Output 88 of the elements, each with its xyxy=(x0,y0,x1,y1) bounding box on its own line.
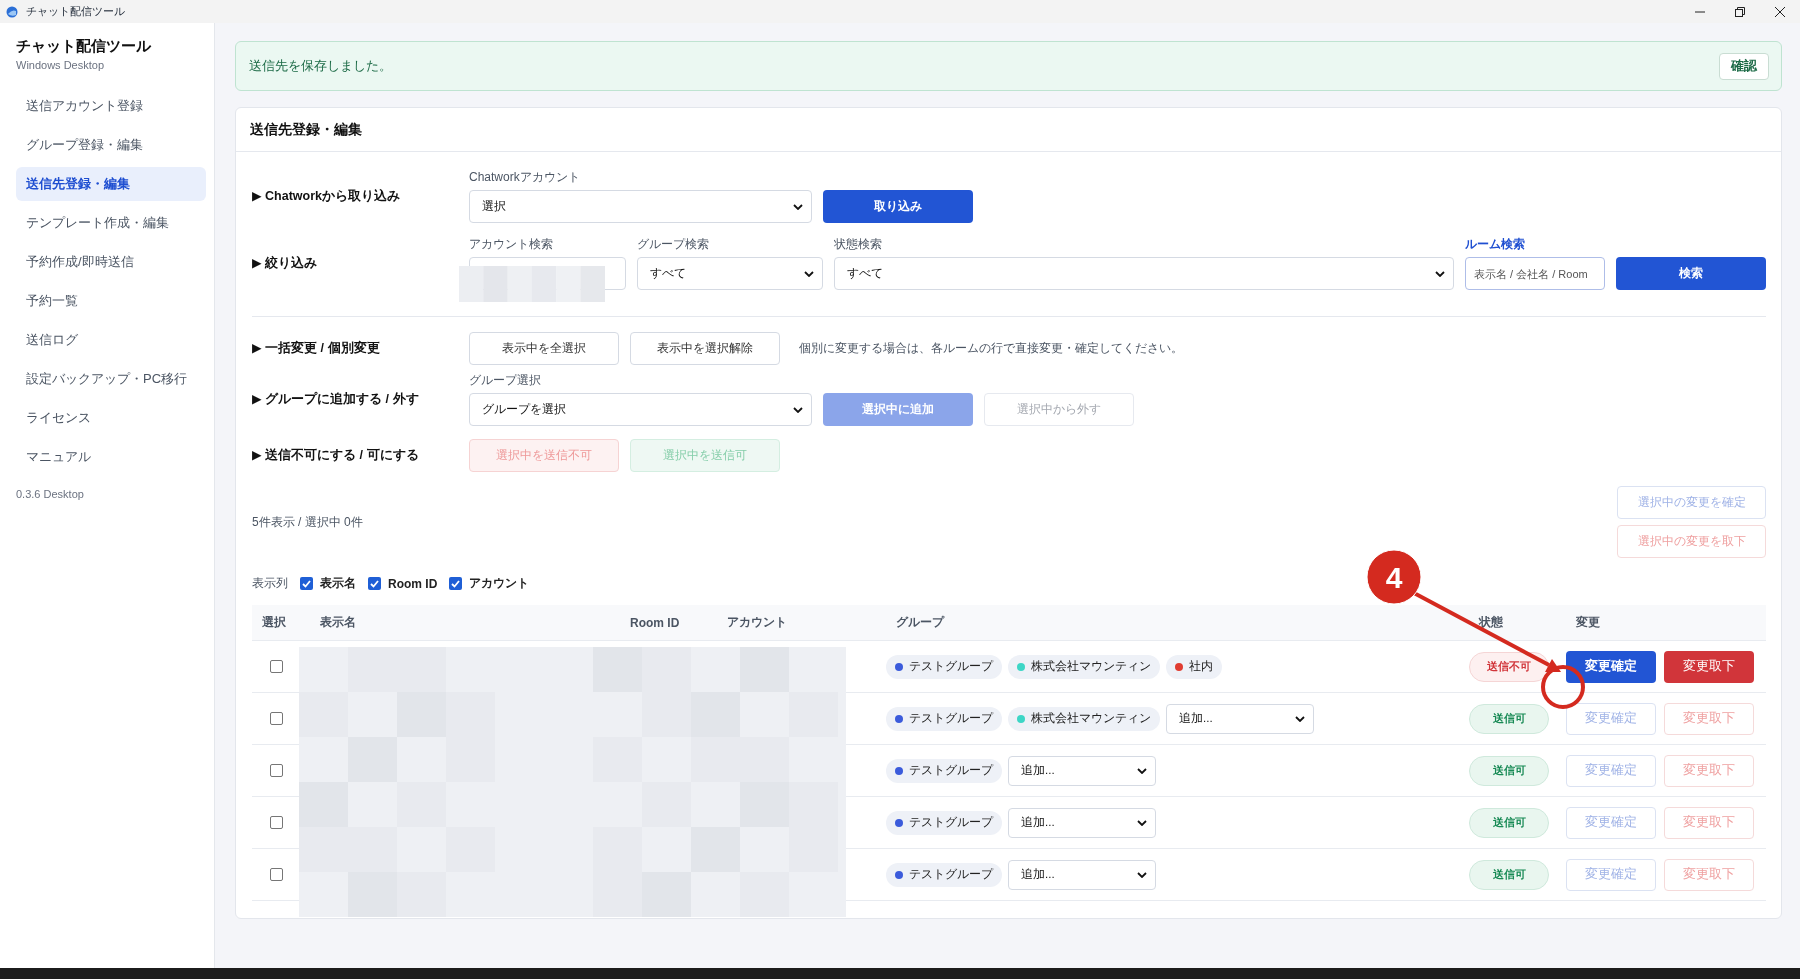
nav-item[interactable]: グループ登録・編集 xyxy=(16,128,206,162)
checkbox-label: Room ID xyxy=(388,576,438,591)
dropdown[interactable]: すべて xyxy=(637,257,823,290)
banner-message: 送信先を保存しました。 xyxy=(249,57,392,75)
group-tag: テストグループ xyxy=(886,758,1002,783)
status-badge: 送信可 xyxy=(1469,755,1549,786)
field-caption: アカウント検索 xyxy=(469,236,553,253)
row-action-button[interactable]: 変更取下 xyxy=(1664,650,1754,683)
column-header: アカウント xyxy=(726,614,788,631)
section-label: ▶ 送信不可にする / 可にする xyxy=(252,447,419,464)
count-text: 5件表示 / 選択中 0件 xyxy=(252,513,363,531)
row-checkbox[interactable] xyxy=(270,868,283,881)
search-field[interactable]: 表示名 / 会社名 / Room xyxy=(1465,257,1605,290)
status-badge: 送信可 xyxy=(1469,703,1549,734)
import-button[interactable]: 取り込み xyxy=(823,190,973,223)
chevron-icon xyxy=(1137,871,1147,878)
chevron-icon xyxy=(1137,819,1147,826)
chevron-icon xyxy=(1435,270,1445,277)
checkbox[interactable] xyxy=(300,577,313,590)
chevron-icon xyxy=(793,203,803,210)
add-group-dropdown[interactable]: 追加... xyxy=(1008,807,1156,838)
chevron-icon xyxy=(1137,767,1147,774)
section-label: ▶ グループに追加する / 外す xyxy=(252,390,419,408)
chevron-icon xyxy=(804,270,814,277)
confirm-button[interactable]: 確認 xyxy=(1719,52,1769,80)
dropdown[interactable]: 選択 xyxy=(469,190,812,223)
nav-item[interactable]: 送信ログ xyxy=(16,323,206,357)
group-tag: 社内 xyxy=(1166,654,1222,679)
field-caption: 状態検索 xyxy=(834,236,882,253)
nav-item[interactable]: 予約作成/即時送信 xyxy=(16,245,206,279)
checkbox[interactable] xyxy=(368,577,381,590)
app-subtitle: Windows Desktop xyxy=(16,59,105,71)
row-checkbox[interactable] xyxy=(270,660,283,673)
section-label: ▶ 絞り込み xyxy=(252,254,318,272)
version-label: 0.3.6 Desktop xyxy=(16,488,84,500)
group-tag: テストグループ xyxy=(886,810,1002,835)
column-header: 変更 xyxy=(1575,614,1601,631)
column-header: 表示名 xyxy=(319,614,357,631)
column-header: 状態 xyxy=(1477,614,1504,631)
nav-item[interactable]: 設定バックアップ・PC移行 xyxy=(16,362,206,396)
group-tag: 株式会社マウンティン xyxy=(1008,706,1160,731)
dropdown[interactable]: グループを選択 xyxy=(469,393,812,426)
nav-item[interactable]: テンプレート作成・編集 xyxy=(16,206,206,240)
column-header: グループ xyxy=(895,614,946,631)
row-action-button[interactable]: 変更確定 xyxy=(1566,650,1656,683)
group-tag: 株式会社マウンティン xyxy=(1008,654,1160,679)
checkbox-label: アカウント xyxy=(469,575,530,592)
field-caption: グループ選択 xyxy=(469,372,541,389)
nav-item[interactable]: 送信先登録・編集 xyxy=(16,167,206,201)
row-checkbox[interactable] xyxy=(270,764,283,777)
section-label: ▶ 一括変更 / 個別変更 xyxy=(252,340,380,357)
highlight-circle xyxy=(1541,665,1585,709)
group-tag: テストグループ xyxy=(886,862,1002,887)
column-header: 選択 xyxy=(261,614,287,631)
checkbox[interactable] xyxy=(449,577,463,590)
status-badge: 送信不可 xyxy=(1469,651,1549,682)
column-header: Room ID xyxy=(629,615,681,630)
section-label: ▶ Chatworkから取り込み xyxy=(252,187,401,205)
dropdown[interactable]: すべて xyxy=(834,257,1454,290)
chevron-icon xyxy=(1295,715,1305,722)
search-button[interactable]: 検索 xyxy=(1616,257,1766,290)
select-button[interactable]: 表示中を選択解除 xyxy=(630,332,780,365)
nav-item[interactable]: 予約一覧 xyxy=(16,284,206,318)
hint-text: 個別に変更する場合は、各ルームの行で直接変更・確定してください。 xyxy=(799,340,1183,357)
select-button[interactable]: 表示中を全選択 xyxy=(469,332,619,365)
add-group-dropdown[interactable]: 追加... xyxy=(1008,755,1156,786)
group-tag: テストグループ xyxy=(886,706,1002,731)
nav-item[interactable]: ライセンス xyxy=(16,401,206,435)
field-caption: Chatworkアカウント xyxy=(469,169,580,186)
status-badge: 送信可 xyxy=(1469,859,1549,890)
add-group-dropdown[interactable]: 追加... xyxy=(1166,703,1314,734)
group-tag: テストグループ xyxy=(886,654,1002,679)
app-icon xyxy=(6,5,18,18)
field-caption: グループ検索 xyxy=(637,236,709,253)
status-badge: 送信可 xyxy=(1469,807,1549,838)
app-name: チャット配信ツール xyxy=(16,37,151,56)
row-checkbox[interactable] xyxy=(270,816,283,829)
nav-item[interactable]: 送信アカウント登録 xyxy=(16,89,206,123)
row-checkbox[interactable] xyxy=(270,712,283,725)
chevron-icon xyxy=(793,406,803,413)
toggle-label: 表示列 xyxy=(252,575,288,592)
nav-item[interactable]: マニュアル xyxy=(16,440,206,474)
step-number-badge: 4 xyxy=(1366,549,1422,605)
checkbox-label: 表示名 xyxy=(320,575,356,592)
window-title: チャット配信ツール xyxy=(26,4,125,19)
card-title: 送信先登録・編集 xyxy=(236,108,1781,152)
add-group-dropdown[interactable]: 追加... xyxy=(1008,859,1156,890)
field-caption: ルーム検索 xyxy=(1465,236,1525,253)
